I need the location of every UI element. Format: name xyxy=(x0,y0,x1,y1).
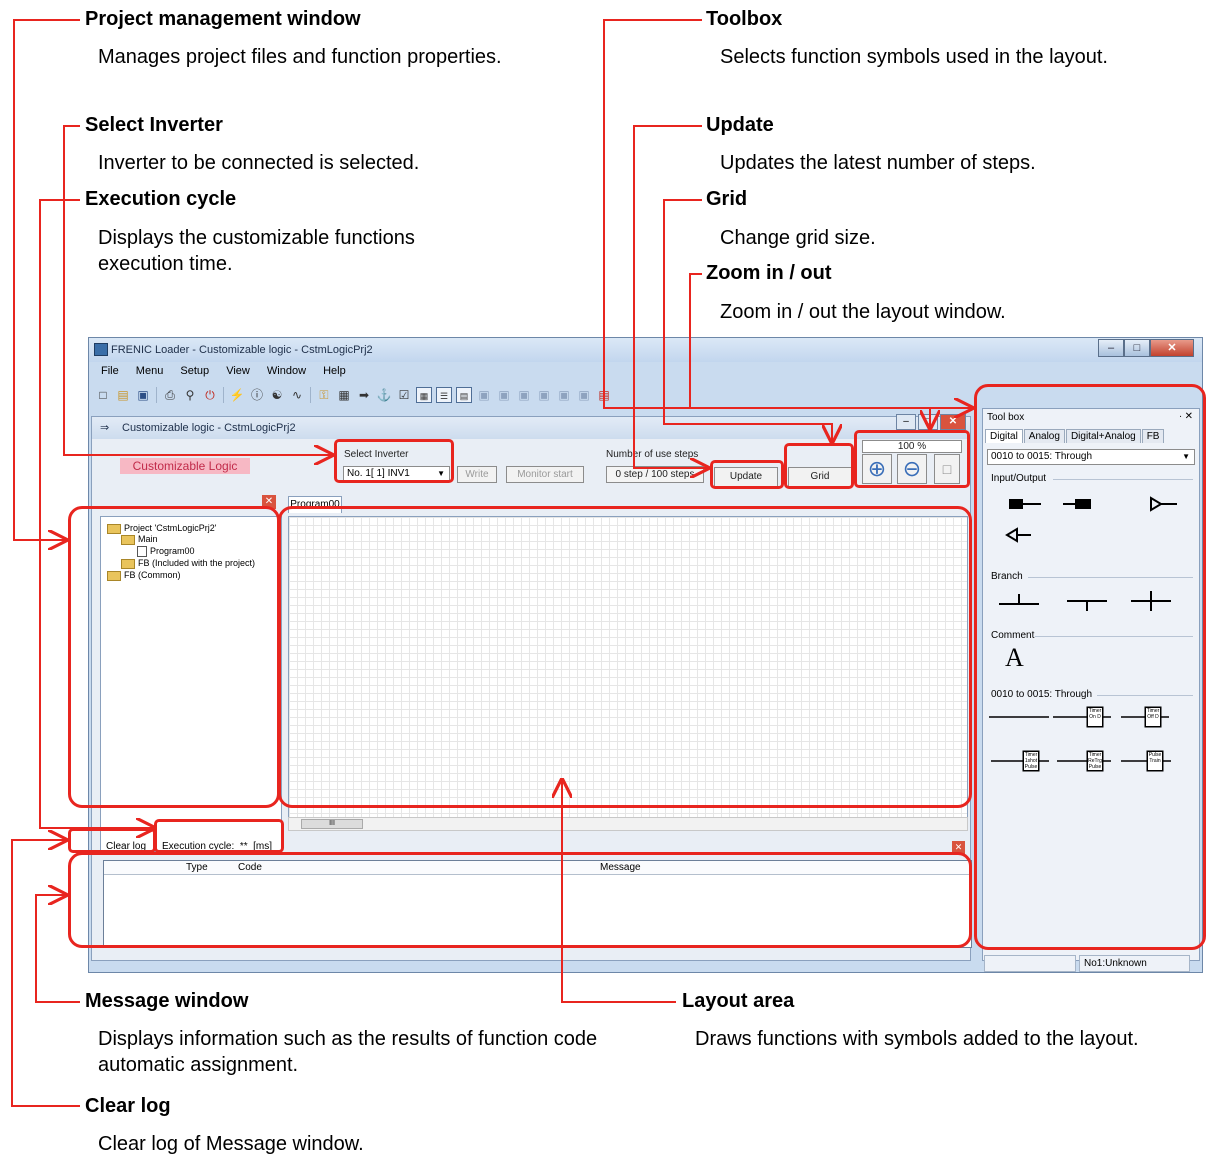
highlight-execution-cycle xyxy=(154,819,284,853)
print-preview-icon[interactable]: ⚲ xyxy=(182,387,198,403)
annotation-desc-execution-cycle: Displays the customizable functions exec… xyxy=(98,227,415,275)
tool-d-icon[interactable]: ▣ xyxy=(536,387,552,403)
menu-setup[interactable]: Setup xyxy=(180,365,209,377)
power-icon[interactable]: ⏻ xyxy=(202,387,218,403)
highlight-update xyxy=(710,460,784,489)
steps-label: Number of use steps xyxy=(606,449,699,460)
tool-g-icon[interactable]: ▤ xyxy=(596,387,612,403)
tool-a-icon[interactable]: ▣ xyxy=(476,387,492,403)
leader-project-window xyxy=(13,19,80,540)
menu-bar: File Menu Setup View Window Help xyxy=(89,365,1202,383)
view-grid-icon[interactable]: ▦ xyxy=(416,387,432,403)
child-titlebar: ⇒ Customizable logic - CstmLogicPrj2 xyxy=(92,417,970,439)
customizable-logic-label: Customizable Logic xyxy=(120,458,250,474)
logic-window-icon: ⇒ xyxy=(100,422,110,434)
annotation-desc-update: Updates the latest number of steps. xyxy=(720,152,1036,174)
child-title: Customizable logic - CstmLogicPrj2 xyxy=(122,422,296,434)
annotation-title-zoom: Zoom in / out xyxy=(706,262,832,284)
highlight-clear-log xyxy=(68,828,156,853)
steps-value: 0 step / 100 steps xyxy=(606,466,704,483)
menu-file[interactable]: File xyxy=(101,365,119,377)
app-title: FRENIC Loader - Customizable logic - Cst… xyxy=(111,344,373,356)
anchor-icon[interactable]: ⚓ xyxy=(376,387,392,403)
annotation-desc-message-window: Displays information such as the results… xyxy=(98,1028,598,1076)
highlight-select-inverter xyxy=(334,439,454,483)
scroll-thumb[interactable]: III xyxy=(301,819,363,829)
menu-help[interactable]: Help xyxy=(323,365,346,377)
child-minimize-button[interactable]: – xyxy=(896,414,916,430)
app-icon xyxy=(94,343,108,356)
write-button[interactable]: Write xyxy=(457,466,497,483)
annotation-title-clear-log: Clear log xyxy=(85,1095,171,1117)
app-titlebar: FRENIC Loader - Customizable logic - Cst… xyxy=(89,338,1202,362)
lightning-icon[interactable]: ⚡ xyxy=(229,387,245,403)
print-icon[interactable]: ⎙ xyxy=(162,387,178,403)
maximize-button[interactable]: □ xyxy=(1124,339,1150,357)
annotation-title-execution-cycle: Execution cycle xyxy=(85,188,237,210)
highlight-message-window xyxy=(68,852,972,948)
open-folder-icon[interactable]: ▤ xyxy=(115,387,131,403)
annotation-desc-layout-area: Draws functions with symbols added to th… xyxy=(695,1028,1139,1050)
toolbar: □ ▤ ▣ ⎙ ⚲ ⏻ ⚡ ⓘ ☯ ∿ ⚿ ▦ ➡ ⚓ ☑ ▦ ☰ ▤ ▣ ▣ … xyxy=(93,384,614,406)
network-icon[interactable]: ☯ xyxy=(269,387,285,403)
annotation-desc-project-window: Manages project files and function prope… xyxy=(98,46,502,68)
annotation-title-toolbox: Toolbox xyxy=(706,8,783,30)
annotation-title-message-window: Message window xyxy=(85,990,249,1012)
status-text: No1:Unknown xyxy=(1079,955,1190,972)
tool-c-icon[interactable]: ▣ xyxy=(516,387,532,403)
tool-e-icon[interactable]: ▣ xyxy=(556,387,572,403)
annotation-title-update: Update xyxy=(706,114,774,136)
annotation-title-layout-area: Layout area xyxy=(682,990,795,1012)
link-icon[interactable]: ∿ xyxy=(289,387,305,403)
child-close-button[interactable]: ✕ xyxy=(940,414,966,430)
annotation-desc-clear-log: Clear log of Message window. xyxy=(98,1133,364,1155)
view-list-icon[interactable]: ☰ xyxy=(436,387,452,403)
minimize-button[interactable]: – xyxy=(1098,339,1124,357)
highlight-zoom xyxy=(854,430,970,488)
table-icon[interactable]: ▦ xyxy=(336,387,352,403)
annotation-title-select-inverter: Select Inverter xyxy=(85,114,223,136)
view-detail-icon[interactable]: ▤ xyxy=(456,387,472,403)
close-button[interactable]: ✕ xyxy=(1150,339,1194,357)
tool-b-icon[interactable]: ▣ xyxy=(496,387,512,403)
save-icon[interactable]: ▣ xyxy=(135,387,151,403)
child-maximize-button[interactable]: □ xyxy=(918,414,938,430)
annotation-desc-grid: Change grid size. xyxy=(720,227,876,249)
annotation-desc-select-inverter: Inverter to be connected is selected. xyxy=(98,152,420,174)
info-icon[interactable]: ⓘ xyxy=(249,387,265,403)
horizontal-scrollbar[interactable]: III xyxy=(288,817,968,831)
arrow-right-icon[interactable]: ➡ xyxy=(356,387,372,403)
menu-window[interactable]: Window xyxy=(267,365,306,377)
annotation-desc-toolbox: Selects function symbols used in the lay… xyxy=(720,46,1108,68)
menu-menu[interactable]: Menu xyxy=(136,365,164,377)
checklist-icon[interactable]: ☑ xyxy=(396,387,412,403)
annotation-desc-zoom: Zoom in / out the layout window. xyxy=(720,301,1006,323)
tool-f-icon[interactable]: ▣ xyxy=(576,387,592,403)
highlight-layout-area xyxy=(278,506,972,808)
annotation-title-project-window: Project management window xyxy=(85,8,361,30)
highlight-grid xyxy=(784,443,854,489)
monitor-start-button[interactable]: Monitor start xyxy=(506,466,584,483)
highlight-toolbox xyxy=(974,384,1206,950)
new-file-icon[interactable]: □ xyxy=(95,387,111,403)
key-icon[interactable]: ⚿ xyxy=(316,387,332,403)
highlight-project-window xyxy=(68,506,280,808)
menu-view[interactable]: View xyxy=(226,365,250,377)
annotation-title-grid: Grid xyxy=(706,188,748,210)
